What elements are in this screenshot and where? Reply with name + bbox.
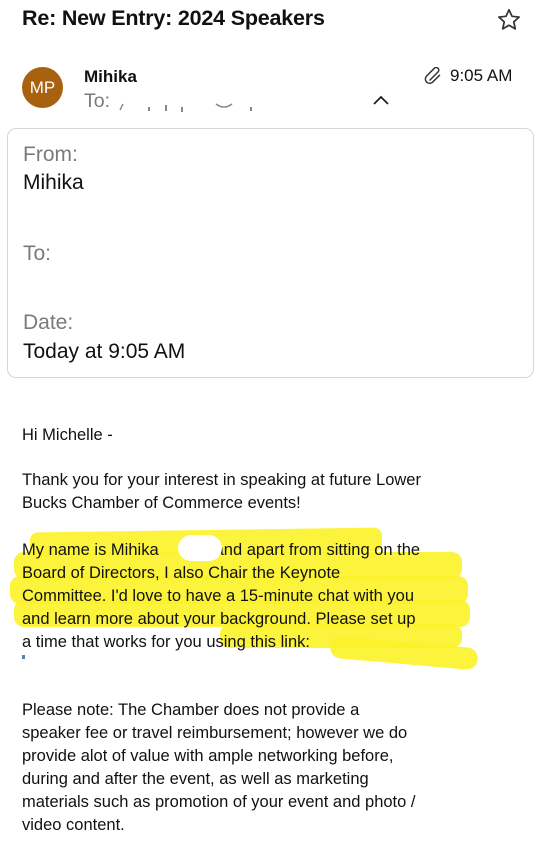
redacted-recipient-fragments [119, 103, 252, 112]
from-label: From: [23, 143, 78, 166]
email-subject: Re: New Entry: 2024 Speakers [22, 6, 325, 30]
paperclip-icon [424, 67, 441, 85]
details-card: From: Mihika To: Date: Today at 9:05 AM [7, 128, 534, 378]
paragraph-3-line-2: speaker fee or travel reimbursement; how… [22, 724, 408, 742]
to-label: To: [23, 242, 52, 265]
redacted-surname [178, 535, 222, 561]
star-icon[interactable] [496, 7, 522, 33]
sender-name[interactable]: Mihika [84, 67, 137, 87]
to-recipients-line[interactable]: To: [84, 90, 110, 113]
to-prefix: To: [84, 90, 111, 112]
paragraph-3-line-1: Please note: The Chamber does not provid… [22, 701, 360, 719]
paragraph-2-line-2: Board of Directors, I also Chair the Key… [22, 564, 341, 582]
greeting: Hi Michelle - [22, 426, 113, 444]
intro-text-start: My name is Mihika [22, 541, 159, 559]
paragraph-3-line-4: during and after the event, as well as m… [22, 770, 369, 788]
chevron-up-icon[interactable] [372, 93, 390, 107]
paragraph-2-line-3: Committee. I'd love to have a 15-minute … [22, 587, 415, 605]
received-time: 9:05 AM [450, 66, 513, 85]
date-label: Date: [23, 311, 74, 334]
from-value[interactable]: Mihika [23, 171, 84, 195]
redacted-link[interactable] [22, 655, 25, 659]
paragraph-2-line-5: a time that works for you using this lin… [22, 633, 310, 651]
paragraph-3-line-6: video content. [22, 816, 125, 834]
paragraph-3-line-5: materials such as promotion of your even… [22, 793, 416, 811]
paragraph-1-line-2: Bucks Chamber of Commerce events! [22, 494, 301, 512]
intro-text-end: and apart from sitting on the [214, 541, 421, 559]
date-value: Today at 9:05 AM [23, 340, 186, 363]
paragraph-1-line-1: Thank you for your interest in speaking … [22, 471, 421, 489]
paragraph-3-line-3: provide alot of value with ample network… [22, 747, 394, 765]
avatar[interactable]: MP [22, 67, 63, 108]
paragraph-2-line-4: and learn more about your background. Pl… [22, 610, 416, 628]
